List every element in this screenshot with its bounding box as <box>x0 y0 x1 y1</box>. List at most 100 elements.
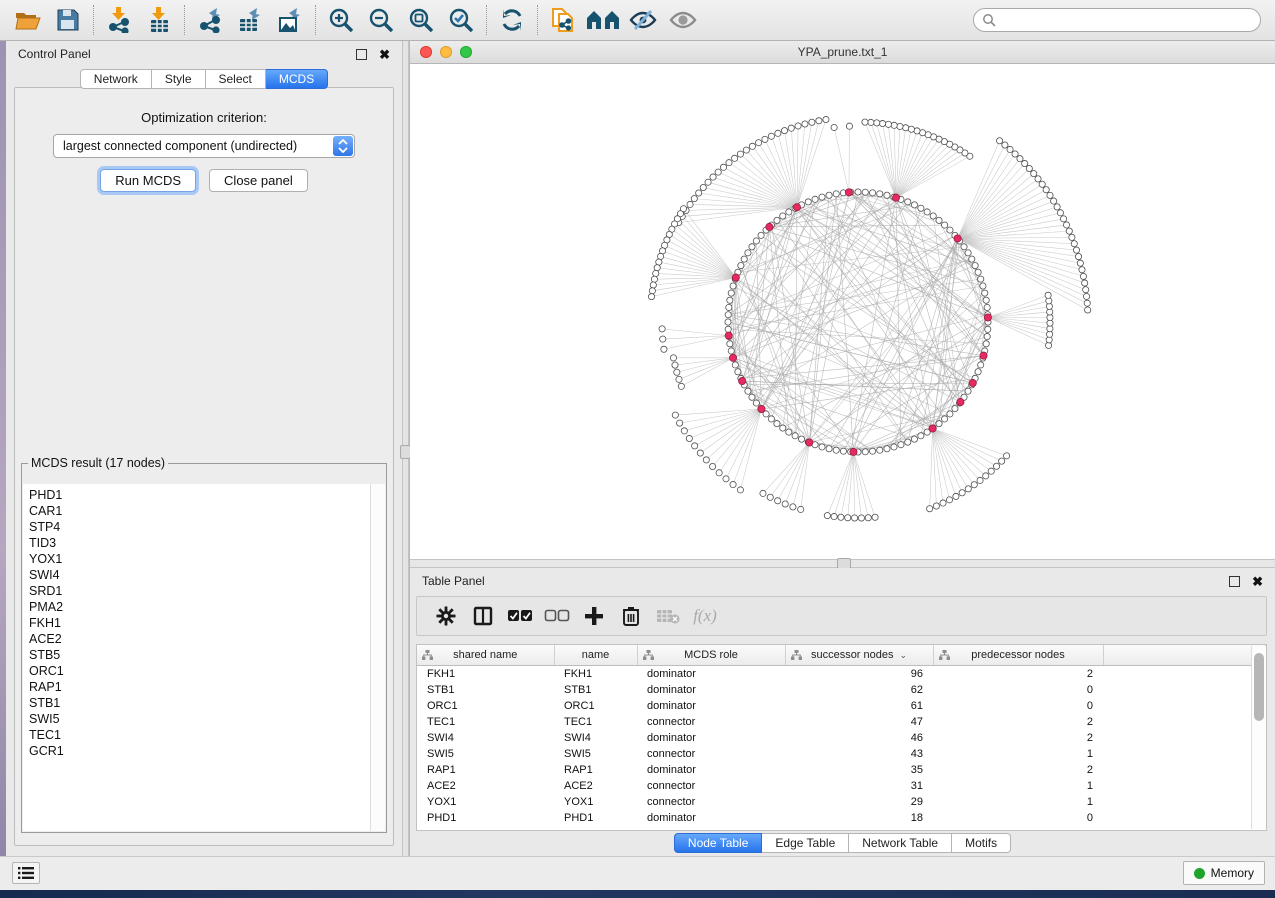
column-header-name[interactable]: name <box>554 645 637 666</box>
tab-network-table[interactable]: Network Table <box>849 833 952 853</box>
mcds-result-item[interactable]: GCR1 <box>29 743 371 759</box>
zoom-fit-button[interactable] <box>401 3 441 37</box>
mcds-list-scrollbar[interactable] <box>370 484 385 831</box>
tab-node-table[interactable]: Node Table <box>674 833 763 853</box>
cell-predecessor-nodes[interactable]: 0 <box>933 682 1103 698</box>
cell-shared-name[interactable]: SWI5 <box>417 746 554 762</box>
show-columns-button[interactable] <box>468 601 498 631</box>
cell-shared-name[interactable]: TEC1 <box>417 714 554 730</box>
mcds-result-item[interactable]: STP4 <box>29 519 371 535</box>
cell-MCDS-role[interactable]: dominator <box>637 682 785 698</box>
mcds-result-item[interactable]: ORC1 <box>29 663 371 679</box>
cell-MCDS-role[interactable]: connector <box>637 746 785 762</box>
mcds-result-item[interactable]: ACE2 <box>29 631 371 647</box>
network-canvas[interactable] <box>410 64 1275 559</box>
mcds-result-item[interactable]: STB1 <box>29 695 371 711</box>
vertical-splitter[interactable] <box>402 41 409 856</box>
cell-name[interactable]: PHD1 <box>554 810 637 826</box>
export-image-button[interactable] <box>270 3 310 37</box>
mcds-result-item[interactable]: SWI5 <box>29 711 371 727</box>
cell-successor-nodes[interactable]: 29 <box>785 794 933 810</box>
cell-name[interactable]: RAP1 <box>554 762 637 778</box>
float-table-panel-button[interactable] <box>1229 576 1240 587</box>
window-minimize-button[interactable] <box>440 46 452 58</box>
cell-MCDS-role[interactable]: dominator <box>637 730 785 746</box>
cell-predecessor-nodes[interactable]: 0 <box>933 698 1103 714</box>
table-row[interactable]: TEC1TEC1connector472 <box>417 714 1266 730</box>
cell-successor-nodes[interactable]: 18 <box>785 810 933 826</box>
mcds-result-item[interactable]: TEC1 <box>29 727 371 743</box>
close-panel-x-button[interactable]: ✖ <box>379 50 390 59</box>
float-panel-button[interactable] <box>356 49 367 60</box>
refresh-layout-button[interactable] <box>492 3 532 37</box>
cell-shared-name[interactable]: PHD1 <box>417 810 554 826</box>
column-header-MCDS-role[interactable]: MCDS role <box>637 645 785 666</box>
table-settings-button[interactable] <box>431 601 461 631</box>
cell-successor-nodes[interactable]: 96 <box>785 666 933 683</box>
hide-graphics-button[interactable] <box>623 3 663 37</box>
add-column-button[interactable] <box>579 601 609 631</box>
open-file-button[interactable] <box>8 3 48 37</box>
run-mcds-button[interactable]: Run MCDS <box>100 169 196 192</box>
memory-button[interactable]: Memory <box>1183 861 1265 885</box>
table-row[interactable]: YOX1YOX1connector291 <box>417 794 1266 810</box>
cell-predecessor-nodes[interactable]: 1 <box>933 778 1103 794</box>
table-row[interactable]: FKH1FKH1dominator962 <box>417 666 1266 683</box>
task-history-button[interactable] <box>12 862 40 884</box>
tab-select[interactable]: Select <box>206 69 266 89</box>
zoom-selected-button[interactable] <box>441 3 481 37</box>
cell-MCDS-role[interactable]: dominator <box>637 666 785 683</box>
import-table-button[interactable] <box>139 3 179 37</box>
close-panel-button[interactable]: Close panel <box>209 169 308 192</box>
cell-shared-name[interactable]: FKH1 <box>417 666 554 683</box>
cell-name[interactable]: ACE2 <box>554 778 637 794</box>
cell-MCDS-role[interactable]: dominator <box>637 810 785 826</box>
cell-predecessor-nodes[interactable]: 2 <box>933 762 1103 778</box>
cell-successor-nodes[interactable]: 43 <box>785 746 933 762</box>
save-session-button[interactable] <box>48 3 88 37</box>
cell-predecessor-nodes[interactable]: 0 <box>933 810 1103 826</box>
cell-name[interactable]: SWI5 <box>554 746 637 762</box>
table-row[interactable]: STB1STB1dominator620 <box>417 682 1266 698</box>
table-scrollbar[interactable] <box>1251 646 1266 829</box>
cell-predecessor-nodes[interactable]: 2 <box>933 730 1103 746</box>
cell-name[interactable]: FKH1 <box>554 666 637 683</box>
cell-MCDS-role[interactable]: dominator <box>637 698 785 714</box>
cell-MCDS-role[interactable]: dominator <box>637 762 785 778</box>
cell-successor-nodes[interactable]: 62 <box>785 682 933 698</box>
mcds-result-item[interactable]: PHD1 <box>29 487 371 503</box>
window-close-button[interactable] <box>420 46 432 58</box>
cell-name[interactable]: SWI4 <box>554 730 637 746</box>
show-graphics-button[interactable] <box>663 3 703 37</box>
tab-mcds[interactable]: MCDS <box>266 69 328 89</box>
select-all-rows-button[interactable] <box>505 601 535 631</box>
cell-name[interactable]: YOX1 <box>554 794 637 810</box>
cell-shared-name[interactable]: ACE2 <box>417 778 554 794</box>
cell-successor-nodes[interactable]: 61 <box>785 698 933 714</box>
mcds-result-item[interactable]: TID3 <box>29 535 371 551</box>
table-row[interactable]: SWI4SWI4dominator462 <box>417 730 1266 746</box>
mcds-result-item[interactable]: SWI4 <box>29 567 371 583</box>
zoom-in-button[interactable] <box>321 3 361 37</box>
table-row[interactable]: PHD1PHD1dominator180 <box>417 810 1266 826</box>
cell-MCDS-role[interactable]: connector <box>637 778 785 794</box>
search-input[interactable] <box>996 12 1252 28</box>
delete-column-button[interactable] <box>616 601 646 631</box>
cell-predecessor-nodes[interactable]: 1 <box>933 746 1103 762</box>
criterion-select[interactable]: largest connected component (undirected) <box>53 134 355 158</box>
tab-edge-table[interactable]: Edge Table <box>762 833 849 853</box>
deselect-all-rows-button[interactable] <box>542 601 572 631</box>
zoom-out-button[interactable] <box>361 3 401 37</box>
cell-successor-nodes[interactable]: 47 <box>785 714 933 730</box>
cell-successor-nodes[interactable]: 46 <box>785 730 933 746</box>
table-row[interactable]: ORC1ORC1dominator610 <box>417 698 1266 714</box>
mcds-result-item[interactable]: FKH1 <box>29 615 371 631</box>
first-neighbors-button[interactable] <box>583 3 623 37</box>
clone-network-button[interactable] <box>543 3 583 37</box>
cell-successor-nodes[interactable]: 31 <box>785 778 933 794</box>
cell-predecessor-nodes[interactable]: 2 <box>933 666 1103 683</box>
scrollbar-thumb[interactable] <box>1254 653 1264 721</box>
column-header-predecessor-nodes[interactable]: predecessor nodes <box>933 645 1103 666</box>
column-header-shared-name[interactable]: shared name <box>417 645 554 666</box>
cell-shared-name[interactable]: SWI4 <box>417 730 554 746</box>
